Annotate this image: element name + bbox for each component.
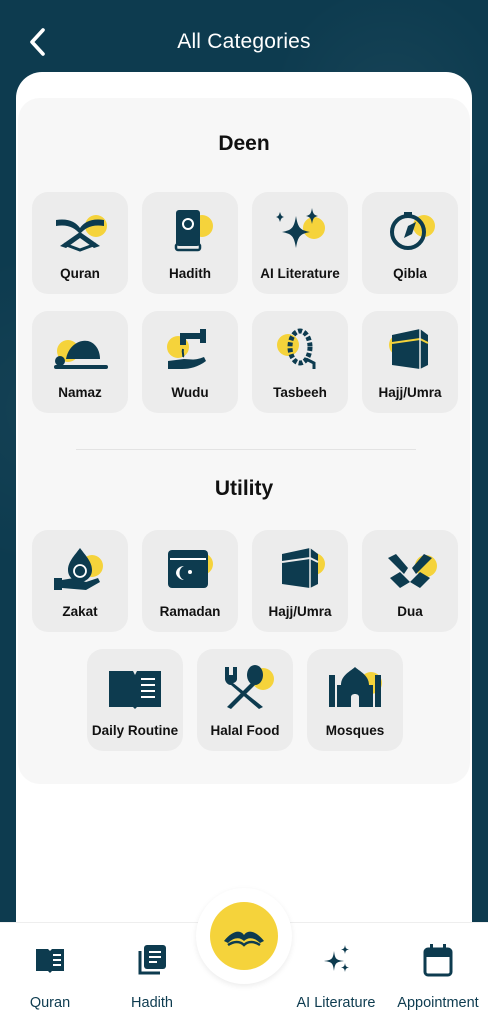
- book-icon: [34, 943, 66, 979]
- kaaba-icon: [380, 325, 440, 373]
- sparkles-icon: [270, 206, 330, 254]
- category-label: Daily Routine: [91, 723, 179, 738]
- prayer-beads-icon: [270, 325, 330, 373]
- water-tap-hand-icon: [160, 325, 220, 373]
- category-hajj-umra-utility[interactable]: Hajj/Umra: [252, 530, 348, 632]
- sparkles-icon: [320, 943, 352, 979]
- prostration-icon: [50, 325, 110, 373]
- category-mosques[interactable]: Mosques: [307, 649, 403, 751]
- open-book-icon: [105, 663, 165, 711]
- nav-label: Hadith: [131, 995, 173, 1011]
- mosque-icon: [325, 663, 385, 711]
- category-quran[interactable]: Quran: [32, 192, 128, 294]
- category-label: AI Literature: [260, 266, 340, 281]
- nav-label: Quran: [29, 995, 71, 1011]
- praying-hands-icon: [380, 544, 440, 592]
- category-hadith[interactable]: Hadith: [142, 192, 238, 294]
- category-label: Tasbeeh: [273, 385, 327, 400]
- category-label: Hadith: [169, 266, 211, 281]
- fork-spoon-icon: [215, 663, 275, 711]
- kaaba-icon: [270, 544, 330, 592]
- calendar-crescent-icon: [160, 544, 220, 592]
- quran-stand-icon: [224, 931, 264, 947]
- quran-stand-icon: [50, 206, 110, 254]
- nav-quran[interactable]: Quran: [2, 943, 98, 1019]
- category-label: Quran: [60, 266, 100, 281]
- section-title-deen: Deen: [218, 132, 270, 155]
- category-label: Halal Food: [210, 723, 280, 738]
- nav-label: Appointment: [397, 995, 479, 1011]
- charity-coin-icon: [50, 544, 110, 592]
- hadith-book-icon: [160, 206, 220, 254]
- category-zakat[interactable]: Zakat: [32, 530, 128, 632]
- category-label: Wudu: [171, 385, 209, 400]
- category-ai-literature[interactable]: AI Literature: [252, 192, 348, 294]
- category-label: Hajj/Umra: [378, 385, 442, 400]
- category-hajj-umra[interactable]: Hajj/Umra: [362, 311, 458, 413]
- nav-label: AI Literature: [296, 995, 376, 1011]
- category-daily-routine[interactable]: Daily Routine: [87, 649, 183, 751]
- section-divider: [76, 449, 416, 450]
- category-wudu[interactable]: Wudu: [142, 311, 238, 413]
- category-qibla[interactable]: Qibla: [362, 192, 458, 294]
- pages-icon: [136, 943, 168, 979]
- category-halal-food[interactable]: Halal Food: [197, 649, 293, 751]
- nav-hadith[interactable]: Hadith: [104, 943, 200, 1019]
- compass-icon: [380, 206, 440, 254]
- category-ramadan[interactable]: Ramadan: [142, 530, 238, 632]
- section-title-utility: Utility: [214, 477, 274, 500]
- category-label: Ramadan: [159, 604, 221, 619]
- center-quran-button[interactable]: [210, 902, 278, 970]
- category-label: Mosques: [325, 723, 385, 738]
- category-label: Zakat: [62, 604, 98, 619]
- category-dua[interactable]: Dua: [362, 530, 458, 632]
- category-label: Dua: [397, 604, 423, 619]
- calendar-icon: [422, 943, 454, 979]
- categories-panel: Deen Quran Hadith AI Literature Qibla Na…: [18, 98, 470, 784]
- category-tasbeeh[interactable]: Tasbeeh: [252, 311, 348, 413]
- category-namaz[interactable]: Namaz: [32, 311, 128, 413]
- nav-ai-literature[interactable]: AI Literature: [288, 943, 384, 1019]
- header: All Categories: [0, 0, 488, 80]
- category-label: Namaz: [58, 385, 102, 400]
- category-label: Hajj/Umra: [268, 604, 332, 619]
- category-label: Qibla: [393, 266, 427, 281]
- nav-appointment[interactable]: Appointment: [390, 943, 486, 1019]
- page-title: All Categories: [177, 30, 311, 53]
